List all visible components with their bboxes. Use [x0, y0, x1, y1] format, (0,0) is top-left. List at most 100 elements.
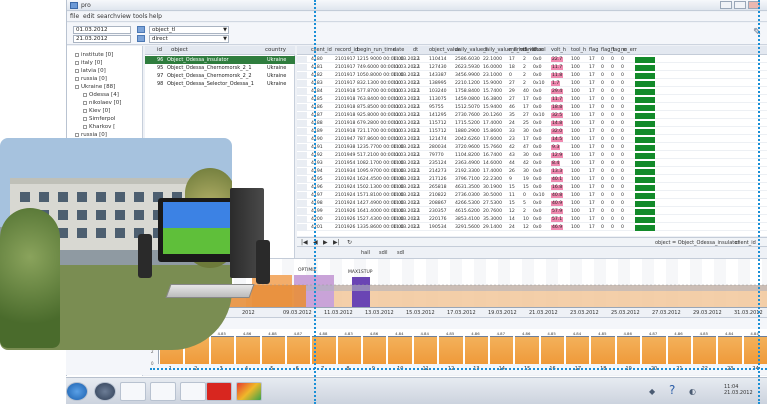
tree-node[interactable]: russia [0]: [75, 76, 107, 82]
menu-edit[interactable]: edit: [83, 13, 95, 20]
table-row[interactable]: 4197 2101924 1571.8100 00:00:00 11.03.2012 2…: [297, 192, 767, 200]
network-icon[interactable]: ◆: [649, 387, 655, 396]
table-row[interactable]: 4180 2101917 1215 9000 00:00:00 11.03.2012 2…: [297, 56, 767, 64]
row-indicator[interactable]: [297, 112, 307, 119]
expand-icon[interactable]: [75, 76, 79, 81]
row-indicator[interactable]: [297, 168, 307, 175]
last-record-button[interactable]: ▶|: [333, 239, 340, 246]
series-toggle-hall[interactable]: hall: [361, 250, 370, 256]
tree-node[interactable]: Kharkov [: [83, 124, 115, 130]
table-row[interactable]: 4195 2101924 1624.4500 00:00:00 11.03.2012 2…: [297, 176, 767, 184]
table-row[interactable]: 4194 2101934 1095.9700 00:00:00 11.03.2012 2…: [297, 168, 767, 176]
table-row[interactable]: 4183 2101917 832.1300 00:00:00 11.03.2012 2.…: [297, 80, 767, 88]
table-row[interactable]: 4192 2101949 517.2100 00:00:00 11.03.2012 2.…: [297, 152, 767, 160]
expand-icon[interactable]: [75, 52, 79, 57]
table-row[interactable]: 4187 2101918 925.8000 00:00:00 11.03.2012 2.…: [297, 112, 767, 120]
table-row[interactable]: 4188 2101918 679.2800 00:00:00 11.03.2012 2.…: [297, 120, 767, 128]
menu-file[interactable]: file: [70, 13, 79, 20]
tree-node[interactable]: Kiev [0]: [83, 108, 110, 114]
table-row[interactable]: 4190 2101947 787.8600 00:00:00 11.03.2012 2.…: [297, 136, 767, 144]
column-header[interactable]: begin_run_time: [357, 47, 396, 53]
object-row[interactable]: 95 Object_Odessa_Chernomorsk_2_1 Ukraine: [145, 64, 295, 72]
row-indicator[interactable]: [297, 144, 307, 151]
expand-icon[interactable]: [75, 84, 79, 89]
help-icon[interactable]: ?: [669, 383, 675, 397]
object-row[interactable]: 97 Object_Odessa_Chernomorsk_2_2 Ukraine: [145, 72, 295, 80]
row-indicator[interactable]: [297, 96, 307, 103]
expand-icon[interactable]: [83, 124, 87, 129]
tree-node[interactable]: italy [0]: [75, 60, 102, 66]
refresh-icon[interactable]: ↻: [347, 239, 352, 246]
object-filter-icon[interactable]: [137, 26, 145, 33]
minimize-button[interactable]: [720, 1, 732, 9]
menu-view[interactable]: view: [117, 13, 131, 20]
taskbar-app-2[interactable]: [150, 382, 176, 401]
first-record-button[interactable]: |◀: [301, 239, 308, 246]
expand-icon[interactable]: [75, 60, 79, 65]
tree-node[interactable]: nikolaev [0]: [83, 100, 121, 106]
table-row[interactable]: 4184 2101918 577.8700 00:00:00 11.03.2012 2.…: [297, 88, 767, 96]
row-indicator[interactable]: [297, 208, 307, 215]
object-row[interactable]: 96 Object_Odessa_insulator Ukraine: [145, 56, 295, 64]
column-header[interactable]: dtool: [533, 47, 546, 53]
date-from-field[interactable]: 01.03.2012: [73, 26, 131, 34]
row-indicator[interactable]: [297, 128, 307, 135]
row-indicator[interactable]: [297, 184, 307, 191]
table-row[interactable]: 4193 2101954 1082.1700 00:00:00 11.03.2012 2…: [297, 160, 767, 168]
row-indicator[interactable]: [297, 64, 307, 71]
series-toggle-sdil[interactable]: sdil: [379, 250, 388, 256]
app-icon[interactable]: [236, 382, 262, 401]
type-combo[interactable]: direct ▼: [149, 35, 229, 43]
column-header[interactable]: record_id: [335, 47, 358, 53]
menu-search[interactable]: search: [97, 13, 117, 20]
expand-icon[interactable]: [75, 132, 79, 137]
row-indicator[interactable]: [297, 176, 307, 183]
table-row[interactable]: 4189 2101918 721.1700 00:00:00 11.03.2012 2.…: [297, 128, 767, 136]
row-indicator[interactable]: [297, 104, 307, 111]
table-row[interactable]: 4196 2101924 1502.1300 00:00:00 11.03.2012 2…: [297, 184, 767, 192]
table-row[interactable]: 4182 2101917 1050.8000 00:00:00 11.03.2012 2…: [297, 72, 767, 80]
table-row[interactable]: 4181 2101917 749.6000 00:00:00 11.03.2012 2.…: [297, 64, 767, 72]
row-indicator[interactable]: [297, 120, 307, 127]
taskbar-app-3[interactable]: [180, 382, 206, 401]
tree-node[interactable]: Simferpol: [83, 116, 115, 122]
expand-icon[interactable]: [83, 116, 87, 121]
column-header[interactable]: dt: [413, 47, 418, 53]
column-header[interactable]: flag: [589, 47, 598, 53]
row-indicator[interactable]: [297, 136, 307, 143]
column-header[interactable]: tool_h: [571, 47, 586, 53]
row-indicator[interactable]: [297, 80, 307, 87]
row-indicator[interactable]: [297, 192, 307, 199]
row-indicator[interactable]: [297, 160, 307, 167]
object-row[interactable]: 98 Object_Odessa_Selector_Odessa_1 Ukraine: [145, 80, 295, 88]
row-indicator[interactable]: [297, 224, 307, 231]
data-grid[interactable]: client_id record_id begin_run_time date dt ob…: [297, 46, 767, 236]
browser-icon[interactable]: [94, 382, 116, 401]
row-indicator[interactable]: [297, 72, 307, 79]
table-row[interactable]: 4198 2101924 1427.4900 00:00:00 11.03.2012 2…: [297, 200, 767, 208]
table-row[interactable]: 4201 2101926 1335.8600 00:00:00 11.03.2012 2…: [297, 224, 767, 232]
table-row[interactable]: 4200 2101926 1527.4300 00:00:00 11.03.2012 2…: [297, 216, 767, 224]
clock[interactable]: 11:04 21.03.2012: [724, 384, 753, 396]
taskbar-app-1[interactable]: [120, 382, 146, 401]
tree-node[interactable]: institute [0]: [75, 52, 113, 58]
tree-node[interactable]: Odessa [4]: [83, 92, 119, 98]
table-row[interactable]: 4185 2101918 763.8400 00:00:00 11.03.2012 2.…: [297, 96, 767, 104]
table-row[interactable]: 4186 2101918 875.8500 00:00:00 11.03.2012 2.…: [297, 104, 767, 112]
series-toggle-sdl[interactable]: sdl: [397, 250, 404, 256]
tree-node[interactable]: Ukraine [88]: [75, 84, 115, 90]
date-to-field[interactable]: 21.03.2012: [73, 35, 131, 43]
column-header[interactable]: volt_h: [551, 47, 566, 53]
row-indicator[interactable]: [297, 152, 307, 159]
expand-icon[interactable]: [83, 108, 87, 113]
table-row[interactable]: 4199 2101926 1641.4000 00:00:00 11.03.2012 2…: [297, 208, 767, 216]
tree-node[interactable]: latvia [0]: [75, 68, 106, 74]
column-header-object[interactable]: object: [171, 47, 188, 53]
start-button[interactable]: [66, 382, 88, 401]
column-header-country[interactable]: country: [265, 47, 286, 53]
row-indicator[interactable]: [297, 56, 307, 63]
row-indicator[interactable]: [297, 88, 307, 95]
object-combo[interactable]: object_tl ▼: [149, 26, 229, 34]
column-header-id[interactable]: id: [157, 47, 162, 53]
next-record-button[interactable]: ▶: [323, 239, 328, 246]
